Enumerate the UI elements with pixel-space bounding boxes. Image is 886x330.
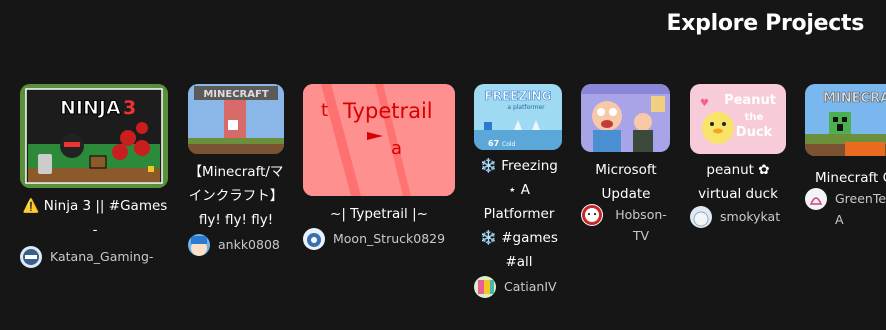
project-author[interactable]: GreenTe A [805, 188, 886, 230]
project-thumbnail[interactable]: MINECRAFT [188, 84, 284, 154]
project-thumbnail[interactable]: Typetrail t a [303, 84, 455, 196]
minecraft-thumbnail-art: MINECRAFT [188, 84, 284, 154]
author-name[interactable]: GreenTe A [835, 188, 886, 230]
thumb-text: Typetrail [342, 99, 433, 123]
project-author[interactable]: Moon_Struck0829 [303, 228, 455, 250]
author-avatar[interactable] [303, 228, 325, 250]
project-card[interactable]: FREEZING a platformer 67 Cold ❄️ Freezin… [474, 84, 562, 298]
project-thumbnail[interactable]: FREEZING a platformer 67 Cold [474, 84, 562, 150]
author-avatar[interactable] [805, 188, 827, 210]
thumb-count: 67 [488, 139, 499, 148]
avatar-icon [693, 211, 709, 227]
author-name[interactable]: ankk0808 [218, 234, 280, 255]
thumb-text: FREEZING [485, 89, 552, 103]
svg-text:♥: ♥ [700, 98, 709, 109]
project-card[interactable]: MINECRAFT Minecraft C GreenTe A [805, 84, 886, 230]
author-avatar[interactable] [188, 234, 210, 256]
author-avatar[interactable] [474, 276, 496, 298]
thumb-text: MINECRAFT [823, 91, 886, 106]
author-avatar[interactable] [20, 246, 42, 268]
avatar-icon [582, 205, 602, 225]
avatar-icon [809, 197, 823, 205]
section-title: Explore Projects [666, 11, 865, 36]
project-author[interactable]: ankk0808 [188, 234, 284, 256]
avatar-icon [307, 233, 321, 247]
ninja-thumbnail-art: NINJA 3 [20, 84, 168, 188]
avatar-icon [23, 249, 39, 265]
project-thumbnail[interactable]: Peanut the Duck ♥ [690, 84, 786, 154]
svg-text:a: a [391, 138, 402, 159]
avatar-icon [478, 280, 494, 294]
project-author[interactable]: CatianIV [474, 276, 562, 298]
project-card[interactable]: NINJA 3 ⚠️ Ninja 3 || #Games - Katana_Ga… [20, 84, 168, 268]
project-title[interactable]: peanut ✿ virtual duck [690, 158, 786, 206]
freezing-thumbnail-art: FREEZING a platformer 67 Cold [474, 84, 562, 150]
thumb-subtext: a platformer [507, 104, 545, 111]
svg-text:the: the [745, 112, 764, 123]
author-avatar[interactable] [581, 204, 603, 226]
minecraft-thumbnail-art: MINECRAFT [805, 84, 886, 156]
author-name[interactable]: CatianIV [504, 276, 557, 297]
microsoft-thumbnail-art [581, 84, 670, 152]
project-title[interactable]: Microsoft Update [581, 158, 671, 206]
author-avatar[interactable] [690, 206, 712, 228]
svg-text:NINJA: NINJA [60, 97, 121, 119]
project-thumbnail[interactable]: MINECRAFT [805, 84, 886, 156]
thumb-text: MINECRAFT [203, 89, 268, 100]
project-author[interactable]: Katana_Gaming- [20, 246, 168, 268]
svg-text:t: t [321, 100, 328, 121]
svg-text:3: 3 [123, 97, 136, 119]
svg-text:Duck: Duck [736, 125, 773, 140]
svg-text:Peanut: Peanut [724, 93, 776, 108]
project-card[interactable]: Typetrail t a ~| Typetrail |~ Moon_Struc… [303, 84, 455, 250]
typetrail-thumbnail-art: Typetrail t a [303, 84, 455, 196]
project-thumbnail[interactable]: NINJA 3 [20, 84, 168, 188]
author-name[interactable]: Katana_Gaming- [50, 246, 153, 267]
author-name[interactable]: Hobson-TV [611, 204, 671, 246]
author-name[interactable]: Moon_Struck0829 [333, 228, 445, 249]
project-author[interactable]: Hobson-TV [581, 204, 671, 246]
project-card[interactable]: MINECRAFT 【Minecraft/マインクラフト】fly! fly! f… [188, 84, 284, 256]
project-title[interactable]: Minecraft C [805, 166, 886, 190]
avatar-icon [191, 236, 207, 256]
author-name[interactable]: smokykat [720, 206, 780, 227]
thumb-count-label: Cold [502, 141, 516, 148]
project-title[interactable]: ~| Typetrail |~ [303, 202, 455, 226]
project-thumbnail[interactable] [581, 84, 670, 152]
project-title[interactable]: ⚠️ Ninja 3 || #Games - [20, 194, 170, 242]
project-title[interactable]: ❄️ Freezing ⋆ A Platformer ❄️ #games #al… [474, 154, 564, 274]
project-title[interactable]: 【Minecraft/マインクラフト】fly! fly! fly! [188, 160, 284, 232]
project-card[interactable]: Peanut the Duck ♥ peanut ✿ virtual duck … [690, 84, 786, 228]
peanut-thumbnail-art: Peanut the Duck ♥ [690, 84, 786, 154]
project-card[interactable]: Microsoft Update Hobson-TV [581, 84, 671, 246]
project-author[interactable]: smokykat [690, 206, 786, 228]
